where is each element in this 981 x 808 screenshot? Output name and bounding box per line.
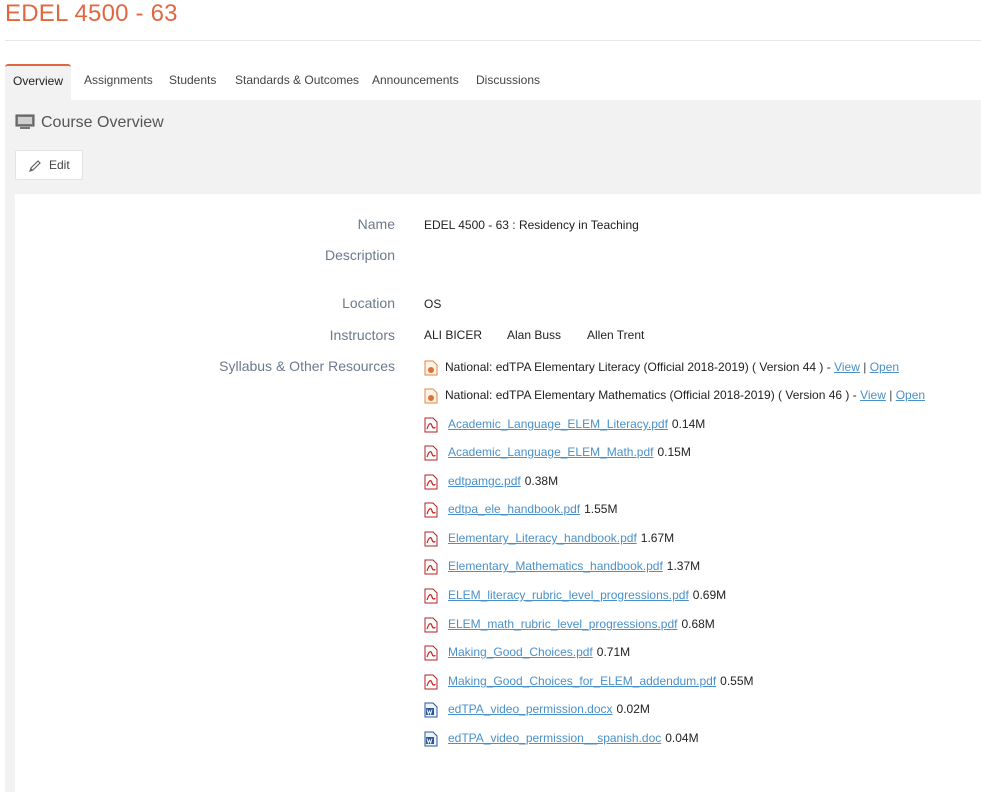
overview-panel: Course Overview Edit Name EDEL 4500 - 63…: [5, 100, 981, 792]
instructor-1: ALI BICER: [424, 328, 483, 342]
instructors-label: Instructors: [329, 327, 395, 343]
file-size: 0.68M: [681, 617, 715, 631]
file-link[interactable]: ELEM_math_rubric_level_progressions.pdf: [448, 617, 677, 631]
monitor-icon: [15, 114, 35, 129]
word-file-icon: [424, 702, 438, 718]
file-size: 1.67M: [640, 531, 675, 545]
file-size: 1.55M: [584, 502, 618, 516]
instructor-2: Alan Buss: [507, 328, 562, 342]
file-size: 0.69M: [692, 588, 727, 602]
tab-standards-outcomes[interactable]: Standards & Outcomes: [235, 64, 359, 100]
course-tabs: Overview Assignments Students Standards …: [5, 64, 981, 100]
resource-view-link[interactable]: View: [860, 388, 886, 402]
edtpa-doc-icon: [424, 360, 438, 376]
file-link[interactable]: Elementary_Mathematics_handbook.pdf: [448, 559, 663, 573]
link-separator: |: [863, 360, 867, 374]
pdf-file-icon: [424, 617, 438, 633]
tab-discussions[interactable]: Discussions: [476, 64, 540, 100]
name-value: EDEL 4500 - 63 : Residency in Teaching: [424, 218, 639, 232]
resource-name: National: edTPA Elementary Literacy (Off…: [445, 360, 831, 374]
resource-name: National: edTPA Elementary Mathematics (…: [445, 388, 857, 402]
course-title: EDEL 4500 - 63: [5, 0, 178, 27]
location-value: OS: [424, 297, 442, 311]
resources-label: Syllabus & Other Resources: [219, 358, 395, 374]
word-file-icon: [424, 731, 438, 747]
file-link[interactable]: edTPA_video_permission__spanish.doc: [448, 731, 661, 745]
file-link[interactable]: Making_Good_Choices_for_ELEM_addendum.pd…: [448, 674, 716, 688]
edtpa-doc-icon: [424, 388, 438, 404]
tab-assignments[interactable]: Assignments: [84, 64, 153, 100]
pdf-file-icon: [424, 559, 438, 575]
resource-view-link[interactable]: View: [834, 360, 860, 374]
tab-students[interactable]: Students: [169, 64, 216, 100]
file-size: 0.55M: [720, 674, 754, 688]
tab-announcements[interactable]: Announcements: [372, 64, 459, 100]
instructor-3: Allen Trent: [587, 328, 645, 342]
file-link[interactable]: Making_Good_Choices.pdf: [448, 645, 593, 659]
file-link[interactable]: Elementary_Literacy_handbook.pdf: [448, 531, 637, 545]
title-divider: [5, 40, 981, 41]
pdf-file-icon: [424, 474, 438, 490]
link-separator: |: [889, 388, 893, 402]
pencil-icon: [29, 160, 41, 172]
file-size: 0.02M: [616, 702, 650, 716]
pdf-file-icon: [424, 588, 438, 604]
pdf-file-icon: [424, 445, 438, 461]
file-link[interactable]: edtpamgc.pdf: [448, 474, 521, 488]
file-size: 0.71M: [596, 645, 631, 659]
file-link[interactable]: edtpa_ele_handbook.pdf: [448, 502, 580, 516]
pdf-file-icon: [424, 645, 438, 661]
file-link[interactable]: Academic_Language_ELEM_Literacy.pdf: [448, 417, 668, 431]
pdf-file-icon: [424, 417, 438, 433]
file-size: 0.14M: [671, 417, 706, 431]
file-link[interactable]: edTPA_video_permission.docx: [448, 702, 613, 716]
tab-overview[interactable]: Overview: [5, 64, 71, 100]
file-size: 0.04M: [665, 731, 699, 745]
resource-open-link[interactable]: Open: [896, 388, 925, 402]
pdf-file-icon: [424, 531, 438, 547]
edit-button[interactable]: Edit: [15, 150, 83, 180]
description-label: Description: [324, 247, 395, 263]
resource-open-link[interactable]: Open: [870, 360, 899, 374]
file-size: 1.37M: [666, 559, 701, 573]
edit-button-label: Edit: [49, 158, 70, 172]
pdf-file-icon: [424, 674, 438, 690]
course-details-card: Name EDEL 4500 - 63 : Residency in Teach…: [15, 194, 981, 792]
file-link[interactable]: ELEM_literacy_rubric_level_progressions.…: [448, 588, 689, 602]
name-label: Name: [357, 216, 395, 232]
overview-heading-text: Course Overview: [41, 114, 164, 131]
file-size: 0.38M: [524, 474, 559, 488]
pdf-file-icon: [424, 502, 438, 518]
file-link[interactable]: Academic_Language_ELEM_Math.pdf: [448, 445, 653, 459]
file-size: 0.15M: [657, 445, 691, 459]
location-label: Location: [342, 295, 395, 311]
